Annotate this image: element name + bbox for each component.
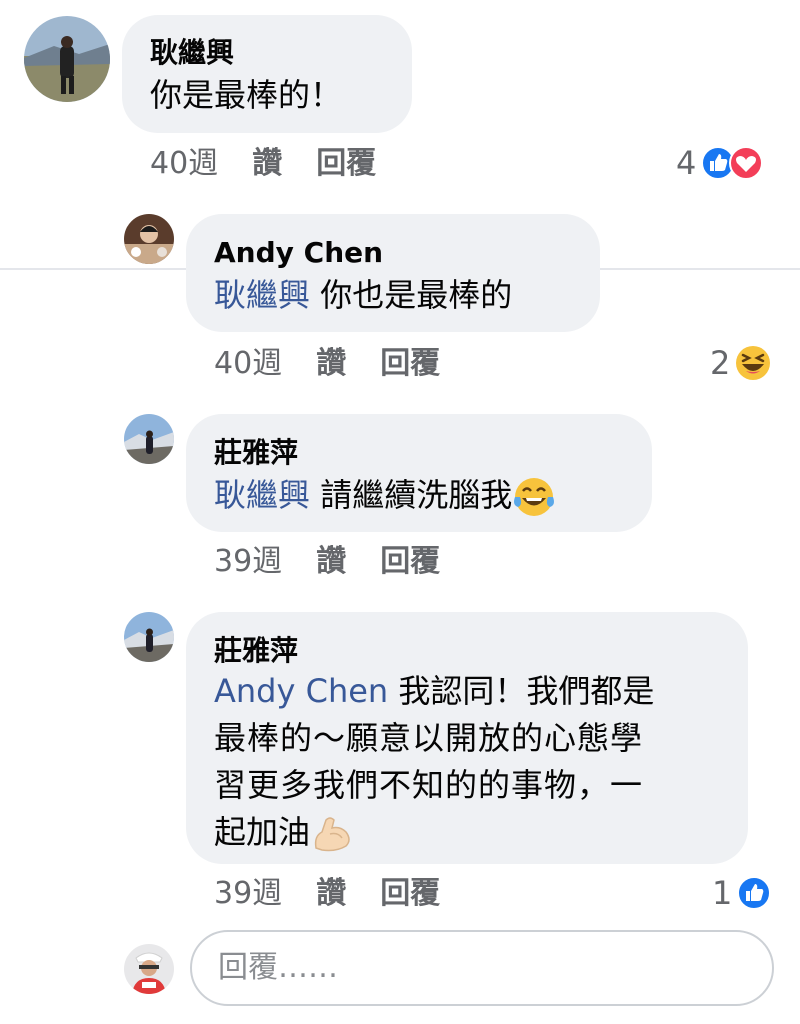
like-button-3[interactable]: 讚	[316, 544, 346, 579]
comment-meta-1: 40週讚回覆	[150, 146, 376, 182]
reply-button-3[interactable]: 回覆	[380, 544, 440, 579]
flexed-biceps-emoji	[314, 817, 350, 852]
comment-body-4-line-4: 起加油	[214, 813, 311, 851]
reactions-1[interactable]: 4	[676, 144, 764, 182]
mention-link-3[interactable]: 耿繼興	[214, 476, 310, 514]
avatar-commenter-3[interactable]	[124, 414, 174, 464]
comment-author-3[interactable]: 莊雅萍	[214, 436, 298, 470]
avatar-commenter-4[interactable]	[124, 612, 174, 662]
comment-body-3: 請繼續洗腦我	[320, 476, 513, 514]
comment-line-4: 起加油	[214, 809, 734, 856]
comment-text-1: 你是最棒的！	[150, 72, 342, 119]
comment-body-1: 你是最棒的！	[150, 76, 343, 114]
reactions-2[interactable]: 2	[710, 344, 772, 382]
reaction-count-4: 1	[712, 874, 733, 912]
like-button-1[interactable]: 讚	[252, 146, 282, 181]
comment-meta-4: 39週讚回覆	[214, 876, 440, 912]
reaction-count-2: 2	[710, 344, 731, 382]
mention-link-2[interactable]: 耿繼興	[214, 276, 310, 314]
avatar-commenter-1[interactable]	[24, 16, 110, 102]
avatar-commenter-2[interactable]	[124, 214, 174, 264]
timestamp-3[interactable]: 39週	[214, 544, 282, 579]
reactions-4[interactable]: 1	[712, 874, 772, 912]
laughing-squint-emoji	[736, 346, 771, 380]
timestamp-1[interactable]: 40週	[150, 146, 218, 181]
mention-link-4[interactable]: Andy Chen	[214, 672, 388, 710]
reply-button-4[interactable]: 回覆	[380, 876, 440, 911]
reply-button-2[interactable]: 回覆	[380, 346, 440, 381]
comment-text-2: 耿繼興 你也是最棒的	[214, 272, 512, 319]
love-icon	[729, 146, 764, 180]
comment-body-2: 你也是最棒的	[320, 276, 513, 314]
comment-text-3: 耿繼興 請繼續洗腦我	[214, 472, 556, 519]
comment-line-1: Andy Chen 我認同！我們都是	[214, 668, 734, 715]
reaction-count-1: 4	[676, 144, 697, 182]
timestamp-4[interactable]: 39週	[214, 876, 282, 911]
comment-author-2[interactable]: Andy Chen	[214, 236, 383, 270]
reply-placeholder: 回覆……	[218, 950, 338, 985]
current-user-avatar	[124, 944, 174, 994]
like-button-2[interactable]: 讚	[316, 346, 346, 381]
like-button-4[interactable]: 讚	[316, 876, 346, 911]
comment-meta-2: 40週讚回覆	[214, 346, 440, 382]
comment-author-1[interactable]: 耿繼興	[150, 36, 234, 70]
reply-input[interactable]: 回覆……	[190, 930, 774, 1006]
comment-body-4-line-1: 我認同！我們都是	[398, 672, 655, 710]
comment-body-4-line-2: 最棒的～願意以開放的心態學	[214, 719, 644, 757]
reply-button-1[interactable]: 回覆	[316, 146, 376, 181]
comment-meta-3: 39週讚回覆	[214, 544, 440, 580]
tears-of-joy-emoji	[514, 478, 555, 516]
comment-body-4-line-3: 習更多我們不知的的事物，一	[214, 766, 644, 804]
timestamp-2[interactable]: 40週	[214, 346, 282, 381]
comment-text-4: Andy Chen 我認同！我們都是 最棒的～願意以開放的心態學 習更多我們不知…	[214, 668, 734, 856]
like-icon	[737, 876, 772, 910]
comment-author-4[interactable]: 莊雅萍	[214, 634, 298, 668]
